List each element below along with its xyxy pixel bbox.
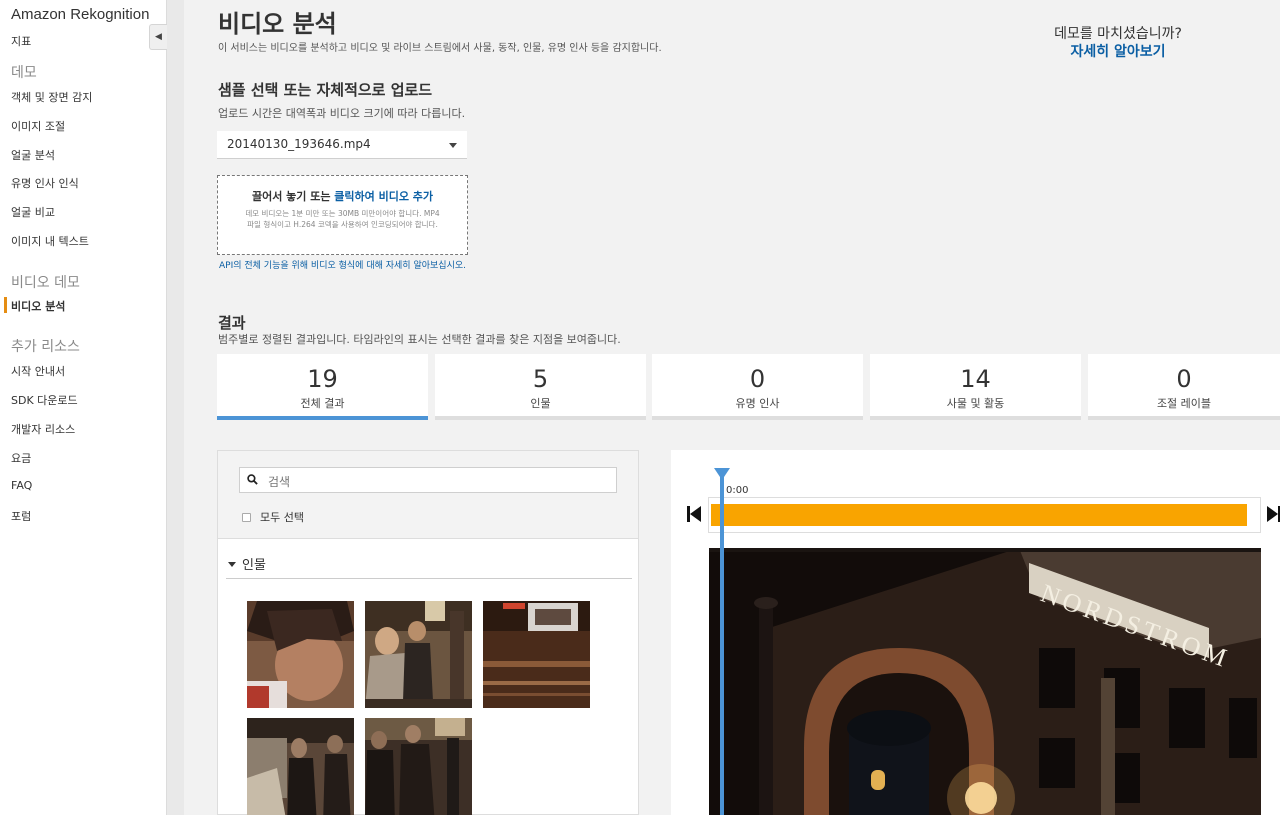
sample-video-select[interactable]: 20140130_193646.mp4 — [217, 131, 467, 159]
skip-back-icon[interactable] — [687, 506, 701, 522]
sidebar-gutter — [167, 0, 184, 815]
playhead-handle-icon[interactable] — [714, 468, 730, 480]
sidebar-item-video-analysis[interactable]: 비디오 분석 — [11, 298, 65, 314]
active-indicator — [4, 297, 7, 313]
results-list-panel: 검색 모두 선택 인물 — [217, 450, 639, 815]
people-section-toggle[interactable]: 인물 — [228, 554, 266, 573]
finish-question: 데모를 마치셨습니까? — [1054, 26, 1182, 42]
sidebar-item-developer-resources[interactable]: 개발자 리소스 — [11, 421, 75, 437]
video-dropzone[interactable]: 끌어서 놓기 또는 클릭하여 비디오 추가 데모 비디오는 1분 미만 또는 3… — [217, 175, 468, 255]
person-thumbnail[interactable] — [365, 718, 472, 815]
sidebar: Amazon Rekognition 지표 데모 객체 및 장면 감지 이미지 … — [0, 0, 167, 815]
tab-label: 전체 결과 — [300, 397, 345, 410]
tab-label: 사물 및 활동 — [946, 397, 1005, 410]
skip-forward-icon[interactable] — [1267, 506, 1280, 522]
page-title: 비디오 분석 — [218, 10, 337, 38]
sidebar-item-getting-started[interactable]: 시작 안내서 — [11, 363, 65, 379]
timeline-playhead[interactable] — [720, 468, 724, 815]
people-section-label: 인물 — [242, 558, 266, 573]
search-area: 검색 모두 선택 — [218, 451, 638, 539]
timeline-result-marker[interactable] — [711, 504, 1247, 526]
tab-objects-activities[interactable]: 14 사물 및 활동 — [870, 354, 1081, 420]
sidebar-item-celebrity-recognition[interactable]: 유명 인사 인식 — [11, 175, 79, 191]
tab-label: 유명 인사 — [735, 397, 780, 410]
chevron-down-icon — [449, 143, 457, 148]
tab-celebrities[interactable]: 0 유명 인사 — [652, 354, 863, 420]
learn-more-link[interactable]: 자세히 알아보기 — [1020, 41, 1216, 61]
sidebar-section-video-demo: 비디오 데모 — [11, 275, 80, 291]
tab-count: 0 — [1176, 365, 1192, 393]
tab-count: 14 — [960, 365, 991, 393]
tab-label: 조절 레이블 — [1156, 397, 1212, 410]
selected-file-name: 20140130_193646.mp4 — [227, 137, 371, 151]
search-input[interactable]: 검색 — [239, 467, 617, 493]
sidebar-item-face-comparison[interactable]: 얼굴 비교 — [11, 204, 55, 220]
dropzone-add-video-link[interactable]: 클릭하여 비디오 추가 — [334, 190, 433, 203]
select-all-label: 모두 선택 — [260, 511, 304, 524]
dropzone-title: 끌어서 놓기 또는 클릭하여 비디오 추가 — [218, 188, 467, 204]
dropzone-title-prefix: 끌어서 놓기 또는 — [251, 190, 335, 203]
sidebar-section-demo: 데모 — [11, 65, 37, 81]
select-all-checkbox[interactable]: 모두 선택 — [242, 509, 304, 525]
person-thumbnail[interactable] — [483, 601, 590, 708]
tab-label: 인물 — [530, 397, 551, 410]
person-thumbnail[interactable] — [365, 601, 472, 708]
tab-all-results[interactable]: 19 전체 결과 — [217, 354, 428, 420]
api-video-format-link[interactable]: API의 전체 기능을 위해 비디오 형식에 대해 자세히 알아보십시오. — [217, 259, 468, 274]
tab-count: 0 — [749, 365, 766, 393]
search-icon — [247, 474, 258, 485]
caret-down-icon — [228, 562, 236, 567]
tab-people[interactable]: 5 인물 — [435, 354, 646, 420]
sidebar-item-forum[interactable]: 포럼 — [11, 508, 31, 524]
dropzone-requirements: 데모 비디오는 1분 미만 또는 30MB 미만이어야 합니다. MP4 파일 … — [245, 209, 440, 229]
person-thumbnail[interactable] — [247, 601, 354, 708]
sample-section-title: 샘플 선택 또는 자체적으로 업로드 — [218, 81, 433, 99]
results-title: 결과 — [218, 314, 246, 332]
tab-count: 5 — [532, 365, 549, 393]
sidebar-section-additional-resources: 추가 리소스 — [11, 339, 80, 355]
sidebar-item-metrics[interactable]: 지표 — [11, 33, 31, 49]
video-frame[interactable]: NORDSTROM — [709, 548, 1261, 815]
caret-left-icon: ◀ — [155, 32, 162, 42]
search-placeholder: 검색 — [268, 475, 291, 489]
sidebar-collapse-button[interactable]: ◀ — [149, 24, 167, 50]
sidebar-item-face-analysis[interactable]: 얼굴 분석 — [11, 147, 55, 163]
sidebar-item-sdk-download[interactable]: SDK 다운로드 — [11, 392, 78, 408]
sidebar-item-text-in-image[interactable]: 이미지 내 텍스트 — [11, 233, 89, 249]
timeline-track[interactable] — [708, 497, 1261, 533]
person-thumbnail[interactable] — [247, 718, 354, 815]
brand-title: Amazon Rekognition — [11, 6, 150, 23]
divider — [226, 578, 632, 579]
checkbox-icon — [242, 513, 251, 522]
page-description: 이 서비스는 비디오를 분석하고 비디오 및 라이브 스트림에서 사물, 동작,… — [218, 43, 662, 54]
sidebar-item-object-scene-detection[interactable]: 객체 및 장면 감지 — [11, 89, 92, 105]
sample-section-description: 업로드 시간은 대역폭과 비디오 크기에 따라 다릅니다. — [218, 107, 466, 120]
video-player-panel: 0:00 NORDSTROM — [671, 450, 1280, 815]
timeline-time-label: 0:00 — [726, 485, 749, 496]
tab-moderation-labels[interactable]: 0 조절 레이블 — [1088, 354, 1280, 420]
sidebar-item-faq[interactable]: FAQ — [11, 479, 32, 492]
sidebar-item-image-moderation[interactable]: 이미지 조절 — [11, 118, 65, 134]
tab-count: 19 — [307, 365, 338, 393]
results-description: 범주별로 정렬된 결과입니다. 타임라인의 표시는 선택한 결과를 찾은 지점을… — [218, 333, 621, 346]
sidebar-item-pricing[interactable]: 요금 — [11, 450, 31, 466]
